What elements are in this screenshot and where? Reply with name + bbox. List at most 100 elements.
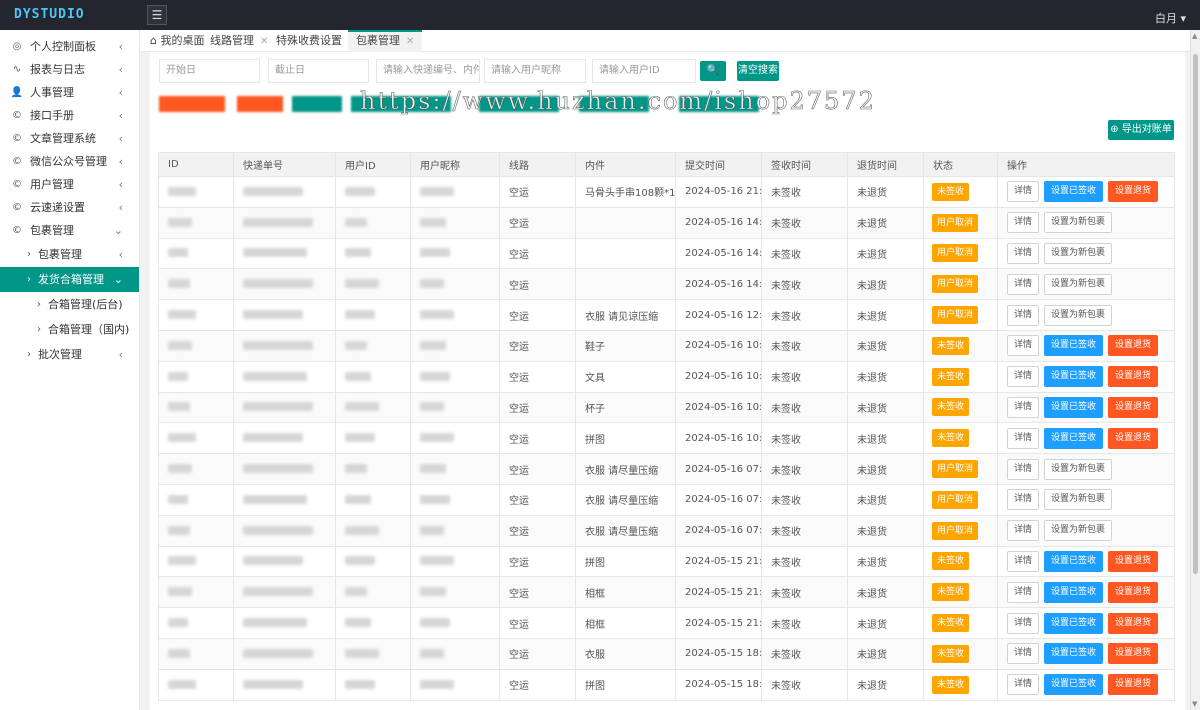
detail-button[interactable]: 详情 [1007,366,1040,388]
detail-button[interactable]: 详情 [1007,273,1040,295]
set-returned-button[interactable]: 设置退货 [1108,427,1159,449]
set-new-package-button[interactable]: 设置为新包裹 [1044,212,1113,234]
search-button[interactable]: 🔍 [700,61,726,81]
set-signed-button[interactable]: 设置已签收 [1044,643,1104,665]
column-header: 状态 [923,152,998,177]
detail-button[interactable]: 详情 [1007,212,1040,234]
detail-button[interactable]: 详情 [1007,489,1040,511]
table-row: 空运2024-05-16 14:04未签收未退货用户取消详情设置为新包裹 [158,268,1175,301]
chevron-left-icon: ‹ [118,155,123,168]
set-returned-button[interactable]: 设置退货 [1108,181,1159,203]
set-signed-button[interactable]: 设置已签收 [1044,550,1104,572]
sidebar-item-hr[interactable]: 👤 人事管理 ‹ [0,81,139,104]
sidebar-item-express-settings[interactable]: © 云速递设置 ‹ [0,196,139,219]
tab-packages[interactable]: 包裹管理 ✕ [348,30,423,52]
redacted-button[interactable] [292,96,342,112]
sidebar-item-consolidation[interactable]: › 发货合箱管理 ⌄ [0,267,139,292]
user-menu[interactable]: 白月 ▾ [1155,10,1186,26]
cell-user-id [335,268,411,301]
keyword-input[interactable]: 请输入快递编号、内件名称或 [376,59,480,83]
set-signed-button[interactable]: 设置已签收 [1044,674,1104,696]
sidebar-item-dashboard[interactable]: ◎ 个人控制面板 ‹ [0,35,139,58]
set-returned-button[interactable]: 设置退货 [1108,643,1159,665]
detail-button[interactable]: 详情 [1007,335,1040,357]
sidebar-item-reports[interactable]: ∿ 报表与日志 ‹ [0,58,139,81]
sidebar-item-wechat[interactable]: © 微信公众号管理 ‹ [0,150,139,173]
cell-nickname [410,206,500,239]
end-date-input[interactable]: 截止日 [268,59,369,83]
set-signed-button[interactable]: 设置已签收 [1044,427,1104,449]
sidebar-item-consolidation-backend[interactable]: › 合箱管理(后台) [0,292,139,317]
set-returned-button[interactable]: 设置退货 [1108,396,1159,418]
set-signed-button[interactable]: 设置已签收 [1044,366,1104,388]
cell-user-id [335,576,411,609]
cell-route: 空运 [499,545,576,578]
cell-route: 空运 [499,637,576,670]
detail-button[interactable]: 详情 [1007,520,1040,542]
set-signed-button[interactable]: 设置已签收 [1044,181,1104,203]
sidebar: ◎ 个人控制面板 ‹ ∿ 报表与日志 ‹ 👤 人事管理 ‹ © 接口手册 ‹ ©… [0,30,140,710]
set-new-package-button[interactable]: 设置为新包裹 [1044,273,1113,295]
sidebar-item-articles[interactable]: © 文章管理系统 ‹ [0,127,139,150]
detail-button[interactable]: 详情 [1007,427,1040,449]
redacted-value [168,525,190,535]
redacted-button[interactable] [159,96,225,112]
clear-search-button[interactable]: 清空搜索 [737,61,779,81]
set-returned-button[interactable]: 设置退货 [1108,581,1159,603]
scroll-down-arrow-icon[interactable]: ▼ [1192,700,1197,708]
start-date-input[interactable]: 开始日 [159,59,260,83]
sidebar-item-users[interactable]: © 用户管理 ‹ [0,173,139,196]
set-returned-button[interactable]: 设置退货 [1108,335,1159,357]
cell-status: 未签收 [923,637,998,670]
set-signed-button[interactable]: 设置已签收 [1044,612,1104,634]
detail-button[interactable]: 详情 [1007,396,1040,418]
sidebar-item-package-management[interactable]: › 包裹管理 ‹ [0,242,139,267]
sidebar-item-consolidation-domestic[interactable]: › 合箱管理（国内) [0,317,139,342]
nickname-input[interactable]: 请输入用户昵称 [484,59,586,83]
tab-routes[interactable]: 线路管理 ✕ [202,30,276,52]
redacted-value [345,648,379,658]
redacted-value [345,217,367,227]
cell-tracking-number [233,237,336,270]
scrollbar-thumb[interactable] [1193,54,1198,574]
set-returned-button[interactable]: 设置退货 [1108,366,1159,388]
menu-toggle-button[interactable]: ☰ [147,5,167,25]
detail-button[interactable]: 详情 [1007,550,1040,572]
set-returned-button[interactable]: 设置退货 [1108,550,1159,572]
detail-button[interactable]: 详情 [1007,612,1040,634]
set-signed-button[interactable]: 设置已签收 [1044,335,1104,357]
redacted-button[interactable] [237,96,283,112]
sidebar-item-label: 合箱管理(后台) [48,298,123,311]
table-body: 空运马骨头手串108颗*1串2024-05-16 21:45未签收未退货未签收详… [158,176,1175,701]
scroll-up-arrow-icon[interactable]: ▲ [1192,32,1197,40]
set-new-package-button[interactable]: 设置为新包裹 [1044,458,1113,480]
set-new-package-button[interactable]: 设置为新包裹 [1044,489,1113,511]
sidebar-item-batches[interactable]: › 批次管理 ‹ [0,342,139,367]
set-new-package-button[interactable]: 设置为新包裹 [1044,242,1113,264]
sidebar-item-api-manual[interactable]: © 接口手册 ‹ [0,104,139,127]
set-returned-button[interactable]: 设置退货 [1108,674,1159,696]
detail-button[interactable]: 详情 [1007,581,1040,603]
detail-button[interactable]: 详情 [1007,242,1040,264]
user-id-input[interactable]: 请输入用户ID [592,59,696,83]
detail-button[interactable]: 详情 [1007,458,1040,480]
set-new-package-button[interactable]: 设置为新包裹 [1044,304,1113,326]
detail-button[interactable]: 详情 [1007,304,1040,326]
detail-button[interactable]: 详情 [1007,674,1040,696]
set-new-package-button[interactable]: 设置为新包裹 [1044,520,1113,542]
cell-route: 空运 [499,360,576,393]
page-scrollbar[interactable]: ▲ ▼ [1190,30,1200,710]
cell-route: 空运 [499,206,576,239]
set-signed-button[interactable]: 设置已签收 [1044,396,1104,418]
chevron-left-icon: ‹ [118,348,123,361]
sidebar-item-packages[interactable]: © 包裹管理 ⌄ [0,219,139,242]
set-returned-button[interactable]: 设置退货 [1108,612,1159,634]
export-statement-button[interactable]: ⊕ 导出对账单 [1108,120,1174,140]
cell-tracking-number [233,360,336,393]
set-signed-button[interactable]: 设置已签收 [1044,581,1104,603]
detail-button[interactable]: 详情 [1007,643,1040,665]
detail-button[interactable]: 详情 [1007,181,1040,203]
cell-sign-time: 未签收 [761,237,848,270]
close-icon[interactable]: ✕ [406,36,414,47]
redacted-value [168,648,190,658]
